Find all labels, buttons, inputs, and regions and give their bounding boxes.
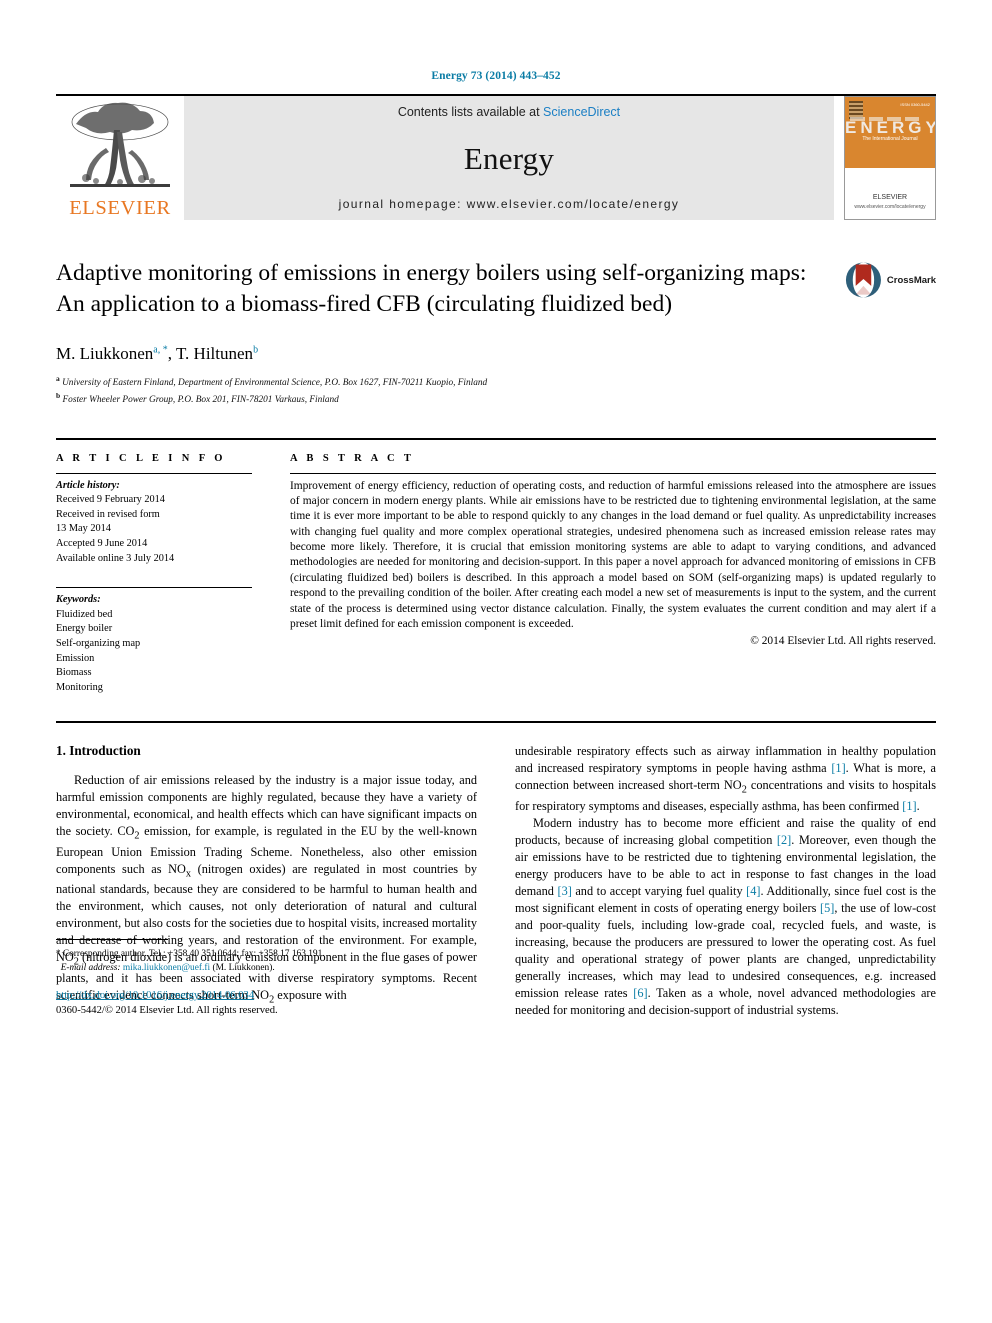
cover-issn-label: ISSN 0360-5442 bbox=[900, 102, 930, 107]
keyword-item: Energy boiler bbox=[56, 623, 113, 635]
affiliations: a University of Eastern Finland, Departm… bbox=[56, 373, 836, 408]
intro-paragraph-right-2: Modern industry has to become more effic… bbox=[515, 815, 936, 1019]
contents-list-line: Contents lists available at ScienceDirec… bbox=[398, 105, 620, 119]
journal-cover-thumbnail: ISSN 0360-5442 ENERGY The International … bbox=[844, 96, 936, 220]
affiliation-b: b Foster Wheeler Power Group, P.O. Box 2… bbox=[56, 390, 836, 408]
keyword-item: Self-organizing map bbox=[56, 637, 141, 649]
page-title: Adaptive monitoring of emissions in ener… bbox=[56, 260, 807, 318]
cover-divider-bar bbox=[850, 108, 929, 122]
citation-ref[interactable]: [6] bbox=[633, 986, 647, 1000]
article-history-item: Accepted 9 June 2014 bbox=[56, 537, 148, 549]
authors-separator: , bbox=[167, 343, 176, 363]
cover-caption: The International Journal bbox=[862, 135, 918, 142]
keywords-rule bbox=[56, 587, 252, 589]
cover-publisher-url: www.elsevier.com/locate/energy bbox=[854, 203, 926, 210]
article-history-item: Available online 3 July 2014 bbox=[56, 552, 175, 564]
citation-ref[interactable]: [4] bbox=[746, 884, 760, 898]
contents-prefix: Contents lists available at bbox=[397, 105, 544, 119]
article-history-item: 13 May 2014 bbox=[56, 523, 111, 535]
author-1-affil-marker: a, * bbox=[153, 343, 168, 355]
corresponding-author-text: Corresponding author. Tel.: +358 40 351 … bbox=[62, 948, 325, 959]
footnote-region: * Corresponding author. Tel.: +358 40 35… bbox=[56, 938, 477, 1019]
elsevier-wordmark: ELSEVIER bbox=[69, 196, 171, 219]
citation-ref[interactable]: [5] bbox=[820, 901, 834, 915]
issn-copyright-line: 0360-5442/© 2014 Elsevier Ltd. All right… bbox=[56, 1005, 278, 1017]
affiliation-b-text: Foster Wheeler Power Group, P.O. Box 201… bbox=[62, 395, 339, 406]
intro-paragraph-right-1: undesirable respiratory effects such as … bbox=[515, 743, 936, 815]
journal-banner: ELSEVIER Contents lists available at Sci… bbox=[56, 94, 936, 220]
crossmark-icon bbox=[845, 262, 881, 298]
keyword-item: Biomass bbox=[56, 667, 92, 679]
article-history-item: Received in revised form bbox=[56, 508, 160, 520]
sciencedirect-link[interactable]: ScienceDirect bbox=[543, 105, 620, 119]
crossmark-badge[interactable]: CrossMark bbox=[844, 260, 936, 300]
info-abstract-region: A R T I C L E I N F O Article history: R… bbox=[56, 437, 936, 696]
cover-bottom-panel: ELSEVIER www.elsevier.com/locate/energy bbox=[845, 167, 935, 219]
keywords-block: Keywords: Fluidized bed Energy boiler Se… bbox=[56, 587, 252, 695]
citation-ref[interactable]: [2] bbox=[777, 833, 791, 847]
footnote-star: * bbox=[56, 947, 61, 958]
citation-ref[interactable]: [1] bbox=[831, 761, 845, 775]
keyword-item: Emission bbox=[56, 652, 95, 664]
cover-publisher-name: ELSEVIER bbox=[872, 193, 908, 201]
section-heading-introduction: 1. Introduction bbox=[56, 743, 141, 759]
title-block: Adaptive monitoring of emissions in ener… bbox=[56, 258, 936, 408]
right-text-d: . bbox=[916, 798, 920, 813]
cover-publisher-block: ELSEVIER www.elsevier.com/locate/energy bbox=[845, 192, 935, 211]
body-column-left: 1. Introduction Reduction of air emissio… bbox=[56, 743, 477, 1018]
cover-top-panel: ISSN 0360-5442 ENERGY The International … bbox=[845, 97, 935, 168]
email-label: E-mail address: bbox=[60, 962, 121, 973]
journal-homepage-link[interactable]: journal homepage: www.elsevier.com/locat… bbox=[339, 197, 680, 211]
authors-line: M. Liukkonena, *, T. Hiltunenb bbox=[56, 344, 836, 364]
crossmark-label: CrossMark bbox=[886, 274, 936, 286]
abstract-heading: A B S T R A C T bbox=[290, 452, 415, 464]
abstract-copyright: © 2014 Elsevier Ltd. All rights reserved… bbox=[750, 635, 936, 648]
doi-link[interactable]: http://dx.doi.org/10.1016/j.energy.2014.… bbox=[56, 988, 477, 1003]
corresponding-author-note: * Corresponding author. Tel.: +358 40 35… bbox=[56, 947, 477, 975]
author-2-affil-marker: b bbox=[253, 343, 259, 355]
article-history-label: Article history: bbox=[56, 479, 120, 491]
author-email-link[interactable]: mika.liukkonen@uef.fi bbox=[123, 963, 210, 973]
author-1-name: M. Liukkonen bbox=[56, 343, 154, 363]
article-history-item: Received 9 February 2014 bbox=[56, 494, 165, 506]
article-info-column: A R T I C L E I N F O Article history: R… bbox=[56, 453, 252, 696]
right2-text-c: and to accept varying fuel quality bbox=[571, 883, 747, 898]
affiliation-a: a University of Eastern Finland, Departm… bbox=[56, 373, 836, 391]
citation-ref[interactable]: [3] bbox=[557, 884, 571, 898]
affiliation-a-marker: a bbox=[56, 373, 60, 383]
abstract-text: Improvement of energy efficiency, reduct… bbox=[290, 479, 936, 631]
article-info-heading: A R T I C L E I N F O bbox=[56, 452, 226, 464]
abstract-rule bbox=[290, 472, 936, 474]
article-info-rule bbox=[56, 472, 252, 474]
body-columns: 1. Introduction Reduction of air emissio… bbox=[56, 721, 936, 1018]
elsevier-logo: ELSEVIER bbox=[56, 96, 184, 220]
elsevier-tree-icon bbox=[70, 102, 170, 187]
abstract-column: A B S T R A C T Improvement of energy ef… bbox=[290, 453, 936, 696]
footnote-separator bbox=[56, 938, 168, 940]
running-head: Energy 73 (2014) 443–452 bbox=[431, 70, 561, 82]
email-owner: (M. Liukkonen). bbox=[212, 962, 275, 973]
banner-center: Contents lists available at ScienceDirec… bbox=[184, 96, 834, 220]
article-page: Energy 73 (2014) 443–452 ELSEVIER Conten… bbox=[0, 0, 992, 1323]
affiliation-a-text: University of Eastern Finland, Departmen… bbox=[62, 377, 488, 388]
author-2-name: T. Hiltunen bbox=[175, 343, 254, 363]
keyword-item: Monitoring bbox=[56, 681, 103, 693]
affiliation-b-marker: b bbox=[56, 391, 61, 400]
body-column-right: undesirable respiratory effects such as … bbox=[515, 743, 936, 1018]
citation-ref[interactable]: [1] bbox=[902, 799, 916, 813]
keyword-item: Fluidized bed bbox=[56, 608, 113, 620]
journal-title: Energy bbox=[463, 140, 555, 176]
doi-block: http://dx.doi.org/10.1016/j.energy.2014.… bbox=[56, 988, 477, 1019]
keywords-label: Keywords: bbox=[56, 594, 101, 606]
